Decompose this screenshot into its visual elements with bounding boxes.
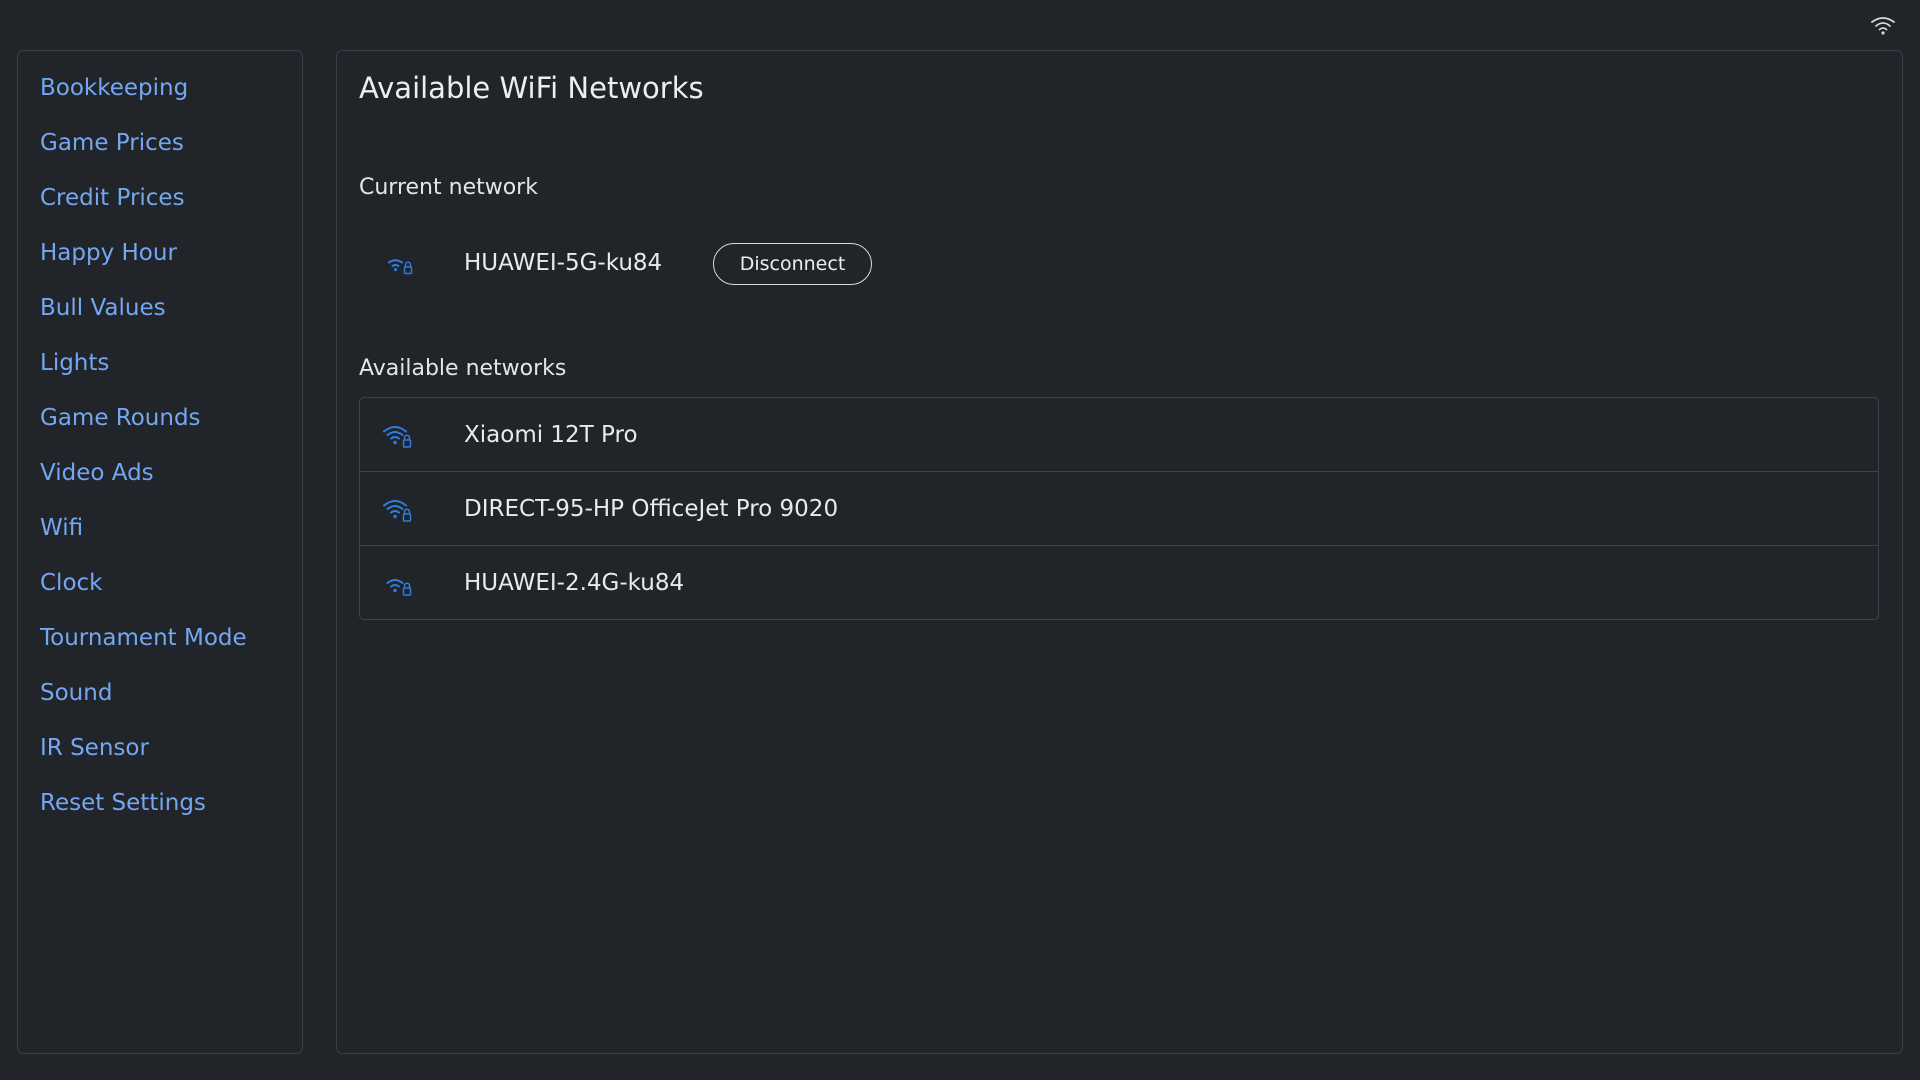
- sidebar-item-clock[interactable]: Clock: [18, 556, 302, 611]
- sidebar-item-bookkeeping[interactable]: Bookkeeping: [18, 61, 302, 116]
- sidebar-item-lights[interactable]: Lights: [18, 336, 302, 391]
- available-networks-heading: Available networks: [359, 356, 567, 381]
- sidebar-item-game-rounds[interactable]: Game Rounds: [18, 391, 302, 446]
- sidebar-item-game-prices[interactable]: Game Prices: [18, 116, 302, 171]
- wifi-lock-strong-icon: [383, 500, 412, 522]
- sidebar-item-video-ads[interactable]: Video Ads: [18, 446, 302, 501]
- sidebar-item-happy-hour[interactable]: Happy Hour: [18, 226, 302, 281]
- available-networks-list: Xiaomi 12T Pro DIRECT-95-HP OfficeJet Pr…: [359, 397, 1879, 620]
- network-name: Xiaomi 12T Pro: [464, 422, 638, 448]
- network-name: HUAWEI-2.4G-ku84: [464, 570, 685, 596]
- settings-sidebar: Bookkeeping Game Prices Credit Prices Ha…: [17, 50, 303, 1054]
- disconnect-button[interactable]: Disconnect: [713, 243, 872, 285]
- network-row-xiaomi-12t-pro[interactable]: Xiaomi 12T Pro: [360, 398, 1878, 472]
- sidebar-item-sound[interactable]: Sound: [18, 666, 302, 721]
- wifi-panel: Available WiFi Networks Current network …: [336, 50, 1903, 1054]
- network-row-huawei-2-4g-ku84[interactable]: HUAWEI-2.4G-ku84: [360, 546, 1878, 619]
- wifi-status-icon: [1871, 17, 1895, 35]
- wifi-lock-weak-icon: [388, 259, 413, 275]
- sidebar-item-ir-sensor[interactable]: IR Sensor: [18, 721, 302, 776]
- current-network-name: HUAWEI-5G-ku84: [464, 250, 663, 276]
- current-network-heading: Current network: [359, 175, 538, 200]
- sidebar-item-bull-values[interactable]: Bull Values: [18, 281, 302, 336]
- wifi-lock-strong-icon: [383, 426, 412, 448]
- network-row-direct-95-hp-officejet[interactable]: DIRECT-95-HP OfficeJet Pro 9020: [360, 472, 1878, 546]
- page-title: Available WiFi Networks: [359, 71, 704, 105]
- sidebar-item-wifi[interactable]: Wifi: [18, 501, 302, 556]
- sidebar-item-tournament-mode[interactable]: Tournament Mode: [18, 611, 302, 666]
- wifi-lock-weak-icon: [386, 579, 412, 596]
- sidebar-item-reset-settings[interactable]: Reset Settings: [18, 776, 302, 831]
- top-status-bar: [0, 0, 1920, 50]
- sidebar-item-credit-prices[interactable]: Credit Prices: [18, 171, 302, 226]
- network-name: DIRECT-95-HP OfficeJet Pro 9020: [464, 496, 839, 522]
- current-network-row: HUAWEI-5G-ku84 Disconnect: [359, 235, 959, 291]
